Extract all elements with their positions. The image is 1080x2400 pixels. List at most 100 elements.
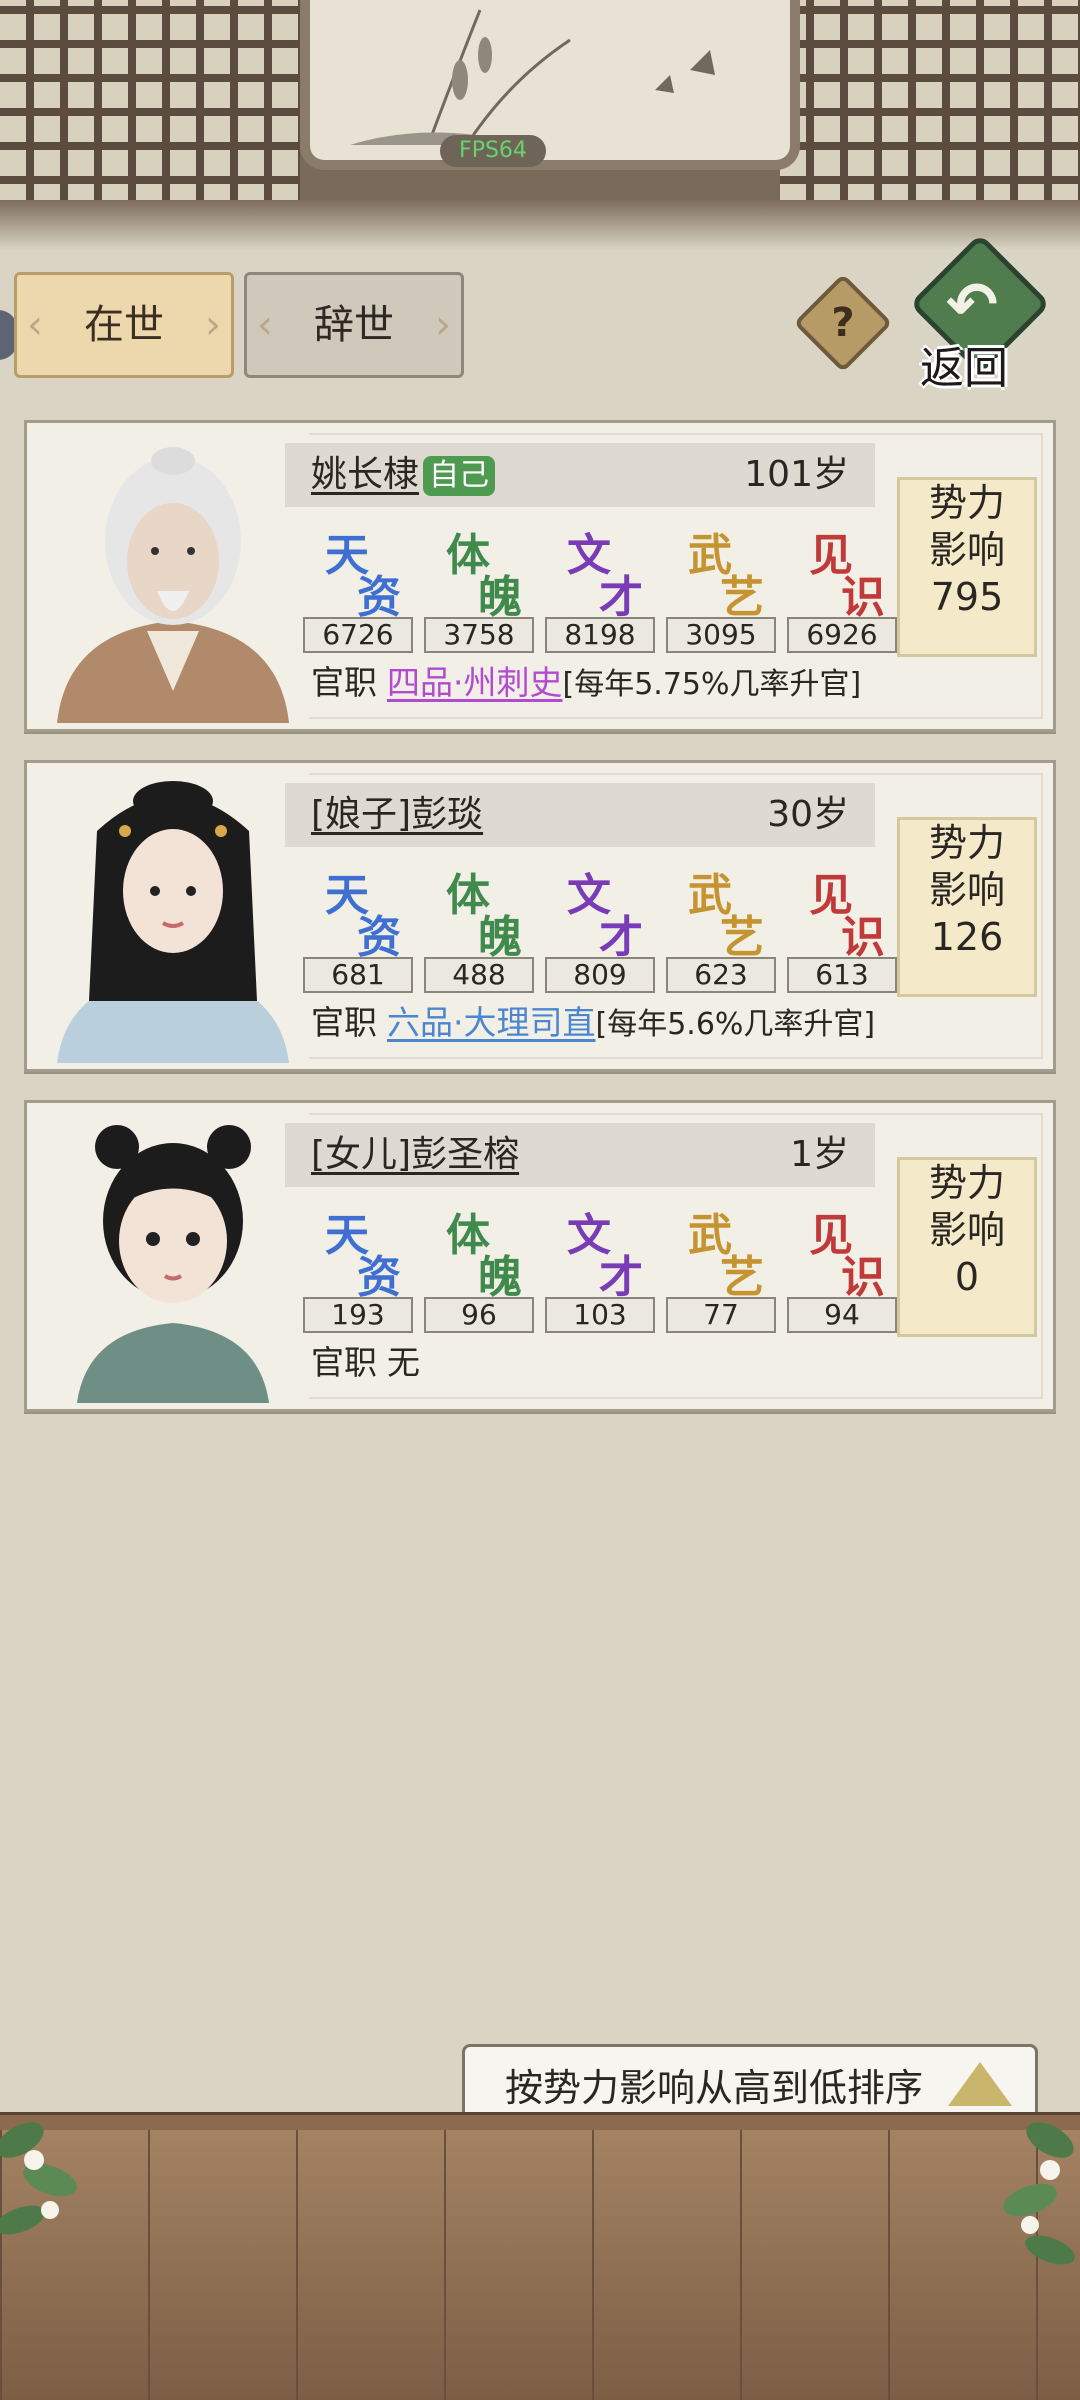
window-lattice-right bbox=[780, 0, 1080, 210]
stat-name-char2: 识 bbox=[841, 912, 885, 963]
help-button[interactable]: ? bbox=[793, 273, 893, 373]
stat-name-char2: 资 bbox=[357, 912, 401, 963]
power-label-2: 影响 bbox=[928, 528, 1005, 572]
name-bar: [娘子]彭琰 30岁 bbox=[285, 783, 875, 847]
stat-glyph-pair: 见识 bbox=[791, 859, 901, 963]
stat-value: 3758 bbox=[424, 617, 534, 653]
stat-name-char2: 才 bbox=[599, 912, 643, 963]
stat-name-char2: 资 bbox=[357, 572, 401, 623]
office-label: 官职 bbox=[311, 663, 377, 702]
member-card[interactable]: 姚长棣 自己 101岁 官职 四品·州刺史[每年5.75%几率升官] 势力 影响 7… bbox=[24, 420, 1056, 732]
stat-name-char2: 才 bbox=[599, 572, 643, 623]
member-age: 30岁 bbox=[767, 794, 849, 835]
office-row: 官职无 bbox=[311, 1337, 420, 1389]
top-frame: FPS64 bbox=[0, 0, 1080, 250]
office-label: 官职 bbox=[311, 1343, 377, 1382]
sort-label: 按势力影响从高到低排序 bbox=[505, 2066, 924, 2110]
flower-plant-left-icon bbox=[0, 2122, 77, 2235]
office-title: 无 bbox=[387, 1343, 420, 1382]
stat-value: 6726 bbox=[303, 617, 413, 653]
stat-value: 8198 bbox=[545, 617, 655, 653]
office-row: 官职 四品·州刺史[每年5.75%几率升官] bbox=[311, 657, 861, 711]
stat-value: 488 bbox=[424, 957, 534, 993]
stat-value: 103 bbox=[545, 1297, 655, 1333]
stat-value: 77 bbox=[666, 1297, 776, 1333]
tab-deceased[interactable]: ‹ 辞世 › bbox=[244, 272, 464, 378]
tab-deceased-label: 辞世 bbox=[314, 302, 394, 348]
office-title[interactable]: 四品·州刺史 bbox=[387, 663, 563, 702]
stat-name-char2: 魄 bbox=[478, 912, 522, 963]
member-age: 101岁 bbox=[744, 454, 849, 495]
tab-alive[interactable]: ‹ 在世 › bbox=[14, 272, 234, 378]
stat-value: 623 bbox=[666, 957, 776, 993]
stat-name-char2: 艺 bbox=[720, 572, 764, 623]
stat-glyph-pair: 天资 bbox=[307, 859, 417, 963]
back-arrow-icon: ↶ bbox=[946, 268, 998, 341]
self-badge: 自己 bbox=[423, 456, 496, 496]
stat-glyph-pair: 体魄 bbox=[428, 519, 538, 623]
power-label-2: 影响 bbox=[928, 1208, 1005, 1252]
power-box: 势力 影响 0 bbox=[897, 1157, 1037, 1337]
stat-glyph-pair: 文才 bbox=[549, 859, 659, 963]
power-label-1: 势力 bbox=[928, 821, 1005, 865]
stat-name-char2: 资 bbox=[357, 1252, 401, 1303]
stat-name-char2: 艺 bbox=[720, 1252, 764, 1303]
stat-value: 809 bbox=[545, 957, 655, 993]
back-button[interactable]: ↶ 返回 bbox=[908, 233, 1058, 394]
stat-glyph-pair: 武艺 bbox=[670, 519, 780, 623]
stat-value: 193 bbox=[303, 1297, 413, 1333]
member-card[interactable]: [娘子]彭琰 30岁 官职 六品·大理司直[每年5.6%几率升官] 势力 影响 1… bbox=[24, 760, 1056, 1072]
stat-name-char2: 艺 bbox=[720, 912, 764, 963]
chevron-left-icon: ‹ bbox=[257, 302, 273, 348]
stat-glyph-pair: 武艺 bbox=[670, 1199, 780, 1303]
stat-value: 6926 bbox=[787, 617, 897, 653]
frame-bottom bbox=[0, 200, 1080, 250]
stat-glyph-pair: 体魄 bbox=[428, 1199, 538, 1303]
stat-name-char2: 识 bbox=[841, 572, 885, 623]
stat-value: 3095 bbox=[666, 617, 776, 653]
stat-glyph-pair: 见识 bbox=[791, 519, 901, 623]
fps-counter: FPS64 bbox=[440, 135, 546, 167]
question-icon: ? bbox=[831, 300, 855, 346]
member-name[interactable]: [女儿]彭圣榕 bbox=[311, 1123, 519, 1187]
office-label: 官职 bbox=[311, 1003, 377, 1042]
member-name[interactable]: 姚长棣 自己 bbox=[311, 443, 496, 507]
power-label-1: 势力 bbox=[928, 1161, 1005, 1205]
stat-glyph-pair: 天资 bbox=[307, 519, 417, 623]
stat-name-char2: 才 bbox=[599, 1252, 643, 1303]
member-name-text: 姚长棣 bbox=[311, 454, 420, 495]
window-lattice-left bbox=[0, 0, 300, 210]
stat-value: 613 bbox=[787, 957, 897, 993]
stat-glyph-pair: 武艺 bbox=[670, 859, 780, 963]
name-bar: [女儿]彭圣榕 1岁 bbox=[285, 1123, 875, 1187]
wood-panel bbox=[0, 2130, 1080, 2400]
promotion-note: [每年5.75%几率升官] bbox=[562, 667, 862, 702]
flower-plant-right-icon bbox=[1003, 2122, 1075, 2265]
power-value: 126 bbox=[930, 915, 1004, 959]
member-age: 1岁 bbox=[790, 1134, 849, 1175]
member-card[interactable]: [女儿]彭圣榕 1岁 官职无 势力 影响 0 天资 193 体魄 96 文才 103 武艺 7… bbox=[24, 1100, 1056, 1412]
power-box: 势力 影响 126 bbox=[897, 817, 1037, 997]
stat-value: 681 bbox=[303, 957, 413, 993]
back-label: 返回 bbox=[920, 343, 1008, 394]
stat-value: 96 bbox=[424, 1297, 534, 1333]
stat-name-char2: 魄 bbox=[478, 572, 522, 623]
stat-name-char2: 魄 bbox=[478, 1252, 522, 1303]
chevron-right-icon: › bbox=[205, 302, 221, 348]
stat-glyph-pair: 文才 bbox=[549, 519, 659, 623]
stat-name-char2: 识 bbox=[841, 1252, 885, 1303]
stat-glyph-pair: 体魄 bbox=[428, 859, 538, 963]
stat-value: 94 bbox=[787, 1297, 897, 1333]
power-value: 795 bbox=[930, 575, 1004, 619]
member-name[interactable]: [娘子]彭琰 bbox=[311, 783, 483, 847]
office-title[interactable]: 六品·大理司直 bbox=[387, 1003, 596, 1042]
tab-alive-label: 在世 bbox=[84, 302, 164, 348]
stat-glyph-pair: 文才 bbox=[549, 1199, 659, 1303]
chevron-right-icon: › bbox=[435, 302, 451, 348]
stat-glyph-pair: 见识 bbox=[791, 1199, 901, 1303]
office-row: 官职 六品·大理司直[每年5.6%几率升官] bbox=[311, 997, 875, 1051]
power-value: 0 bbox=[954, 1255, 980, 1299]
portrait-wife bbox=[37, 771, 309, 1063]
portrait-daughter bbox=[37, 1111, 309, 1403]
stat-glyph-pair: 天资 bbox=[307, 1199, 417, 1303]
